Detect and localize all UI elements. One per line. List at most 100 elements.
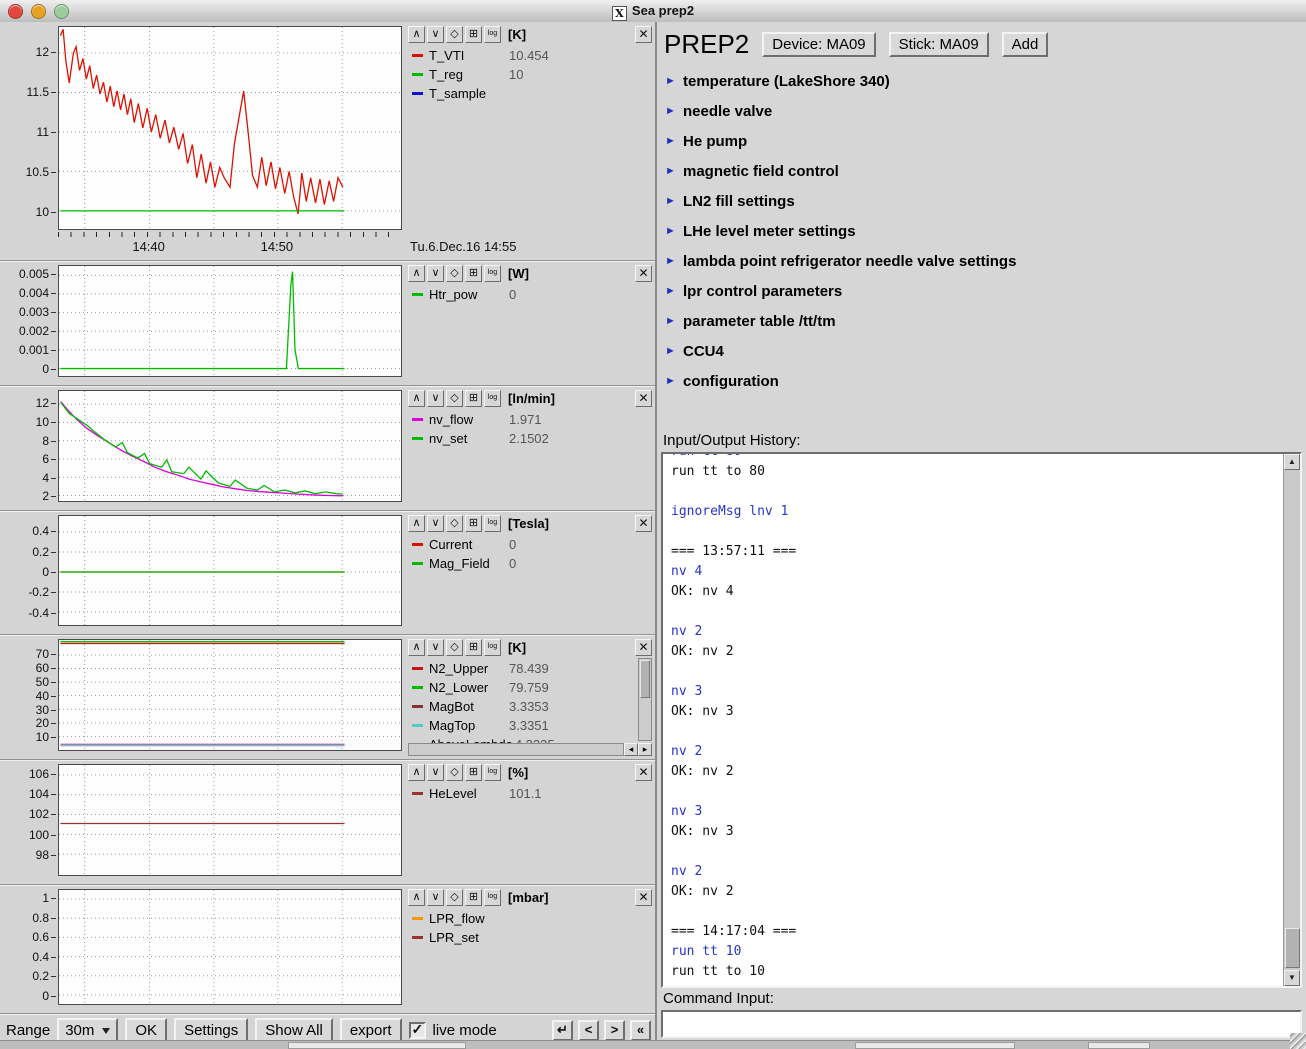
- expand-triangle-icon[interactable]: ►: [665, 375, 676, 387]
- close-chart-button[interactable]: ✕: [635, 764, 652, 781]
- tree-item[interactable]: ► needle valve: [665, 96, 1298, 126]
- legend-entry[interactable]: LPR_flow: [408, 909, 652, 928]
- history-scrollbar[interactable]: ▲ ▼: [1283, 454, 1300, 986]
- ok-button[interactable]: OK: [125, 1018, 167, 1043]
- resize-grip[interactable]: [1290, 1033, 1306, 1049]
- plot-area[interactable]: [58, 889, 402, 1005]
- legend-entry[interactable]: Mag_Field0: [408, 554, 652, 573]
- zoom-window-button[interactable]: [54, 4, 69, 19]
- legend-entry[interactable]: LPR_set: [408, 928, 652, 947]
- scroll-up-button[interactable]: ▲: [1284, 454, 1300, 470]
- show-all-button[interactable]: Show All: [255, 1018, 333, 1043]
- expand-triangle-icon[interactable]: ►: [665, 225, 676, 237]
- settings-button[interactable]: Settings: [174, 1018, 248, 1043]
- grid-button[interactable]: ⊞: [465, 26, 482, 43]
- tree-item[interactable]: ► LHe level meter settings: [665, 216, 1298, 246]
- log-scale-button[interactable]: log: [484, 515, 501, 532]
- legend-entry[interactable]: T_VTI10.454: [408, 46, 652, 65]
- export-button[interactable]: export: [340, 1018, 402, 1043]
- page-left-button[interactable]: <: [578, 1020, 599, 1041]
- scale-down-button[interactable]: ∨: [427, 390, 444, 407]
- legend-vertical-scrollbar[interactable]: [638, 658, 652, 741]
- legend-entry[interactable]: T_reg10: [408, 65, 652, 84]
- legend-entry[interactable]: T_sample: [408, 84, 652, 103]
- tree-item[interactable]: ► configuration: [665, 366, 1298, 396]
- page-right-button[interactable]: >: [604, 1020, 625, 1041]
- add-button[interactable]: Add: [1002, 32, 1049, 57]
- close-chart-button[interactable]: ✕: [635, 265, 652, 282]
- grid-button[interactable]: ⊞: [465, 764, 482, 781]
- scale-down-button[interactable]: ∨: [427, 889, 444, 906]
- scale-up-button[interactable]: ∧: [408, 26, 425, 43]
- scale-up-button[interactable]: ∧: [408, 390, 425, 407]
- plot-area[interactable]: [58, 265, 402, 377]
- jump-latest-button[interactable]: ↵: [552, 1020, 573, 1041]
- close-chart-button[interactable]: ✕: [635, 26, 652, 43]
- plot-area[interactable]: [58, 764, 402, 876]
- autoscale-button[interactable]: ◇: [446, 265, 463, 282]
- grid-button[interactable]: ⊞: [465, 515, 482, 532]
- autoscale-button[interactable]: ◇: [446, 764, 463, 781]
- stick-button[interactable]: Stick: MA09: [889, 32, 989, 57]
- expand-triangle-icon[interactable]: ►: [665, 285, 676, 297]
- tree-item[interactable]: ► lambda point refrigerator needle valve…: [665, 246, 1298, 276]
- expand-triangle-icon[interactable]: ►: [665, 345, 676, 357]
- scrollbar-thumb[interactable]: [640, 660, 650, 698]
- legend-entry[interactable]: N2_Upper78.439: [408, 659, 652, 678]
- close-chart-button[interactable]: ✕: [635, 889, 652, 906]
- legend-entry[interactable]: HeLevel101.1: [408, 784, 652, 803]
- legend-entry[interactable]: Htr_pow0: [408, 285, 652, 304]
- device-button[interactable]: Device: MA09: [762, 32, 875, 57]
- scrollbar-track[interactable]: [408, 743, 624, 756]
- expand-triangle-icon[interactable]: ►: [665, 135, 676, 147]
- expand-triangle-icon[interactable]: ►: [665, 315, 676, 327]
- tree-item[interactable]: ► LN2 fill settings: [665, 186, 1298, 216]
- log-scale-button[interactable]: log: [484, 889, 501, 906]
- log-scale-button[interactable]: log: [484, 26, 501, 43]
- expand-triangle-icon[interactable]: ►: [665, 195, 676, 207]
- legend-entry[interactable]: nv_set2.1502: [408, 429, 652, 448]
- plot-area[interactable]: [58, 26, 402, 230]
- scale-up-button[interactable]: ∧: [408, 515, 425, 532]
- legend-entry[interactable]: Current0: [408, 535, 652, 554]
- close-window-button[interactable]: [8, 4, 23, 19]
- plot-area[interactable]: [58, 390, 402, 502]
- scale-up-button[interactable]: ∧: [408, 764, 425, 781]
- scroll-down-button[interactable]: ▼: [1284, 970, 1300, 986]
- scale-down-button[interactable]: ∨: [427, 26, 444, 43]
- scroll-left-button[interactable]: ◂: [624, 743, 638, 756]
- scale-up-button[interactable]: ∧: [408, 639, 425, 656]
- log-scale-button[interactable]: log: [484, 764, 501, 781]
- close-chart-button[interactable]: ✕: [635, 639, 652, 656]
- autoscale-button[interactable]: ◇: [446, 639, 463, 656]
- close-chart-button[interactable]: ✕: [635, 515, 652, 532]
- fast-left-button[interactable]: «: [630, 1020, 651, 1041]
- tree-item[interactable]: ► parameter table /tt/tm: [665, 306, 1298, 336]
- grid-button[interactable]: ⊞: [465, 390, 482, 407]
- expand-triangle-icon[interactable]: ►: [665, 75, 676, 87]
- expand-triangle-icon[interactable]: ►: [665, 255, 676, 267]
- scale-down-button[interactable]: ∨: [427, 639, 444, 656]
- close-chart-button[interactable]: ✕: [635, 390, 652, 407]
- scale-down-button[interactable]: ∨: [427, 265, 444, 282]
- grid-button[interactable]: ⊞: [465, 265, 482, 282]
- io-history-console[interactable]: run tt 80run tt to 80 ignoreMsg lnv 1 ==…: [661, 452, 1302, 988]
- expand-triangle-icon[interactable]: ►: [665, 165, 676, 177]
- scale-up-button[interactable]: ∧: [408, 889, 425, 906]
- scroll-right-button[interactable]: ▸: [638, 743, 652, 756]
- log-scale-button[interactable]: log: [484, 265, 501, 282]
- live-mode-checkbox[interactable]: ✓: [409, 1022, 426, 1039]
- scale-up-button[interactable]: ∧: [408, 265, 425, 282]
- command-input[interactable]: [661, 1010, 1302, 1038]
- tree-item[interactable]: ► temperature (LakeShore 340): [665, 66, 1298, 96]
- plot-area[interactable]: [58, 639, 402, 751]
- tree-item[interactable]: ► lpr control parameters: [665, 276, 1298, 306]
- autoscale-button[interactable]: ◇: [446, 515, 463, 532]
- scale-down-button[interactable]: ∨: [427, 515, 444, 532]
- legend-entry[interactable]: MagBot3.3353: [408, 697, 652, 716]
- title-bar[interactable]: XSea prep2: [0, 0, 1306, 23]
- autoscale-button[interactable]: ◇: [446, 390, 463, 407]
- autoscale-button[interactable]: ◇: [446, 889, 463, 906]
- minimize-window-button[interactable]: [31, 4, 46, 19]
- scrollbar-thumb[interactable]: [1285, 928, 1300, 968]
